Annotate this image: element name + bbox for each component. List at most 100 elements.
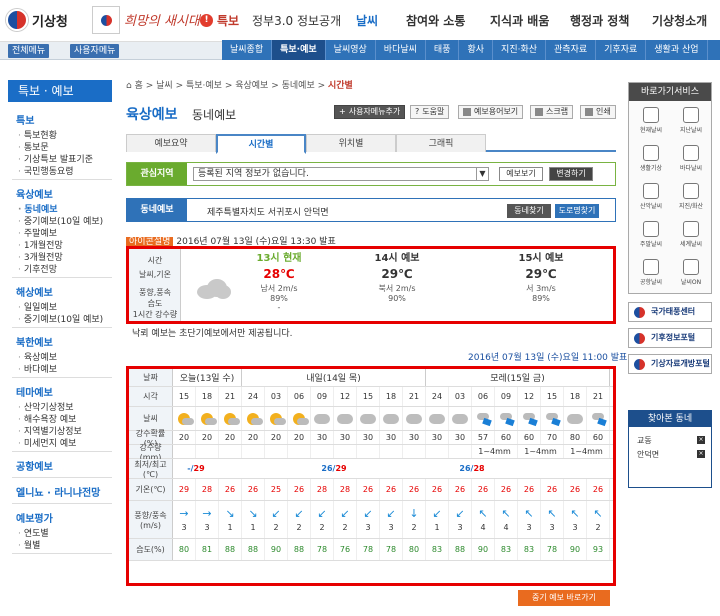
- wind-arrow-icon: ↖: [547, 506, 557, 520]
- hum-cell: 90: [564, 539, 587, 560]
- subtab-climate[interactable]: 기후자료: [596, 40, 647, 60]
- subtab-typhoon[interactable]: 태풍: [426, 40, 460, 60]
- lnb-divider: [12, 477, 112, 478]
- lnb-title: 특보 · 예보: [8, 80, 112, 102]
- lnb-item[interactable]: 미세먼지 예보: [18, 436, 77, 449]
- wind-cell: ↖ 2: [587, 501, 610, 538]
- alert-icon: !: [200, 14, 213, 27]
- subtab-dust[interactable]: 황사: [459, 40, 494, 60]
- wind-cell: ↙ 2: [334, 501, 357, 538]
- find-road-button[interactable]: 도로명찾기: [555, 204, 599, 218]
- recent-dong-item[interactable]: 교동: [637, 435, 652, 446]
- gnb-about[interactable]: 기상청소개: [652, 12, 707, 29]
- typhoon-center-banner[interactable]: 국가태풍센터: [628, 302, 712, 322]
- help-button[interactable]: ? 도움말: [410, 105, 450, 119]
- lnb-group-6[interactable]: 엘니뇨 · 라니냐전망: [16, 484, 100, 499]
- rain-cell: 1~4mm: [518, 445, 564, 458]
- wind-cell: ↘ 1: [219, 501, 242, 538]
- quick-service-item[interactable]: 공항날씨: [637, 259, 665, 286]
- recent-dong-item[interactable]: 안덕면: [637, 449, 659, 460]
- quick-service-item[interactable]: 주말날씨: [637, 221, 665, 248]
- gnb-knowledge[interactable]: 지식과 배움: [490, 12, 549, 29]
- quick-service-item[interactable]: 바다날씨: [677, 145, 705, 172]
- lnb-group-2[interactable]: 해상예보: [16, 284, 53, 299]
- lnb-group-0[interactable]: 특보: [16, 112, 34, 127]
- wind-arrow-icon: ↖: [570, 506, 580, 520]
- cloudy-icon: [314, 413, 330, 424]
- cloudy-icon: [406, 413, 422, 424]
- lnb-item[interactable]: 바다예보: [18, 362, 57, 375]
- weather-cell: [472, 407, 495, 430]
- tab-hourly[interactable]: 시간별: [216, 134, 306, 154]
- interest-select[interactable]: 등록된 지역 정보가 없습니다. ▼: [193, 167, 489, 181]
- mid-forecast-button[interactable]: 중기 예보 바로가기: [518, 590, 610, 606]
- quick-service-item[interactable]: 지진/화산: [677, 183, 705, 210]
- lnb-item[interactable]: 국민행동요령: [18, 164, 74, 177]
- find-dong-button[interactable]: 동네찾기: [507, 204, 551, 218]
- terms-button[interactable]: 예보용어보기: [458, 105, 524, 119]
- print-button[interactable]: 인쇄: [580, 105, 616, 119]
- data-portal-banner[interactable]: 기상자료개방포털: [628, 354, 712, 374]
- home-icon[interactable]: ⌂: [126, 81, 132, 91]
- quick-service-item[interactable]: 세계날씨: [677, 221, 705, 248]
- quick-service-item[interactable]: 산악날씨: [637, 183, 665, 210]
- table-row: 날짜 오늘(13일 수) 내일(14일 목) 모레(15일 금): [129, 369, 613, 387]
- subtab-sea[interactable]: 바다날씨: [376, 40, 426, 60]
- temp-cell: 26: [242, 479, 265, 500]
- add-user-menu-button[interactable]: + 사용자메뉴추가: [334, 105, 406, 119]
- scrap-button[interactable]: 스크랩: [530, 105, 574, 119]
- tab-summary[interactable]: 예보요약: [126, 134, 216, 152]
- row-label: 날짜: [129, 369, 173, 386]
- close-icon[interactable]: ×: [697, 436, 705, 444]
- subtab-video[interactable]: 날씨영상: [326, 40, 376, 60]
- lnb-group-5[interactable]: 공항예보: [16, 458, 53, 473]
- hours-cell: 18: [196, 387, 219, 406]
- weather-cell: [242, 407, 265, 430]
- wind-arrow-icon: ↖: [593, 506, 603, 520]
- lnb-group-4[interactable]: 테마예보: [16, 384, 53, 399]
- quick-service-item[interactable]: 지난날씨: [677, 107, 705, 134]
- service-icon: [643, 183, 659, 199]
- change-region-button[interactable]: 변경하기: [549, 167, 593, 181]
- lnb-group-3[interactable]: 북한예보: [16, 334, 53, 349]
- service-icon: [643, 221, 659, 237]
- tukbo-link[interactable]: ! 특보: [200, 12, 239, 29]
- tab-graphic[interactable]: 그래픽: [396, 134, 486, 152]
- lnb-divider: [12, 503, 112, 504]
- quick-service-item[interactable]: 날씨ON: [677, 259, 705, 286]
- lnb-item[interactable]: 월별: [18, 538, 41, 551]
- pop-cell: 30: [449, 431, 472, 444]
- climate-portal-banner[interactable]: 기후정보포털: [628, 328, 712, 348]
- view-forecast-button[interactable]: 예보보기: [499, 167, 543, 181]
- user-menu-button[interactable]: 사용자메뉴: [70, 44, 120, 58]
- gnb-weather[interactable]: 날씨: [356, 12, 378, 29]
- all-menu-button[interactable]: 전체메뉴: [8, 44, 50, 58]
- weather-cell: [380, 407, 403, 430]
- close-icon[interactable]: ×: [697, 450, 705, 458]
- weather-cell: [564, 407, 587, 430]
- subtab-obs[interactable]: 관측자료: [546, 40, 597, 60]
- rain-cell: [311, 445, 334, 458]
- gnb-admin[interactable]: 행정과 정책: [570, 12, 629, 29]
- subtab-life[interactable]: 생활과 산업: [646, 40, 708, 60]
- gov-open-link[interactable]: 정부3.0 정보공개: [252, 12, 341, 29]
- subtab-quake[interactable]: 지진·화산: [493, 40, 547, 60]
- tab-location[interactable]: 위치별: [306, 134, 396, 152]
- weather-cell: [288, 407, 311, 430]
- quick-service-item[interactable]: 현재날씨: [637, 107, 665, 134]
- gnb-participation[interactable]: 참여와 소통: [406, 12, 465, 29]
- subtab-forecast[interactable]: 특보·예보: [272, 40, 326, 60]
- weather-sub-tabs: 날씨종합 특보·예보 날씨영상 바다날씨 태풍 황사 지진·화산 관측자료 기후…: [222, 40, 720, 60]
- lnb-item[interactable]: 중기예보(10일 예보): [18, 312, 103, 325]
- temp-cell: 26: [495, 479, 518, 500]
- rain-icon: [477, 412, 489, 425]
- quick-service-item[interactable]: 생활기상: [637, 145, 665, 172]
- rain-cell: [219, 445, 242, 458]
- lnb-group-7[interactable]: 예보평가: [16, 510, 53, 525]
- kma-logo[interactable]: 기상청: [6, 8, 68, 32]
- lnb-item[interactable]: 기후전망: [18, 262, 57, 275]
- hum-cell: 78: [311, 539, 334, 560]
- lnb-group-1[interactable]: 육상예보: [16, 186, 53, 201]
- lnb-divider: [12, 179, 112, 180]
- subtab-overview[interactable]: 날씨종합: [222, 40, 273, 60]
